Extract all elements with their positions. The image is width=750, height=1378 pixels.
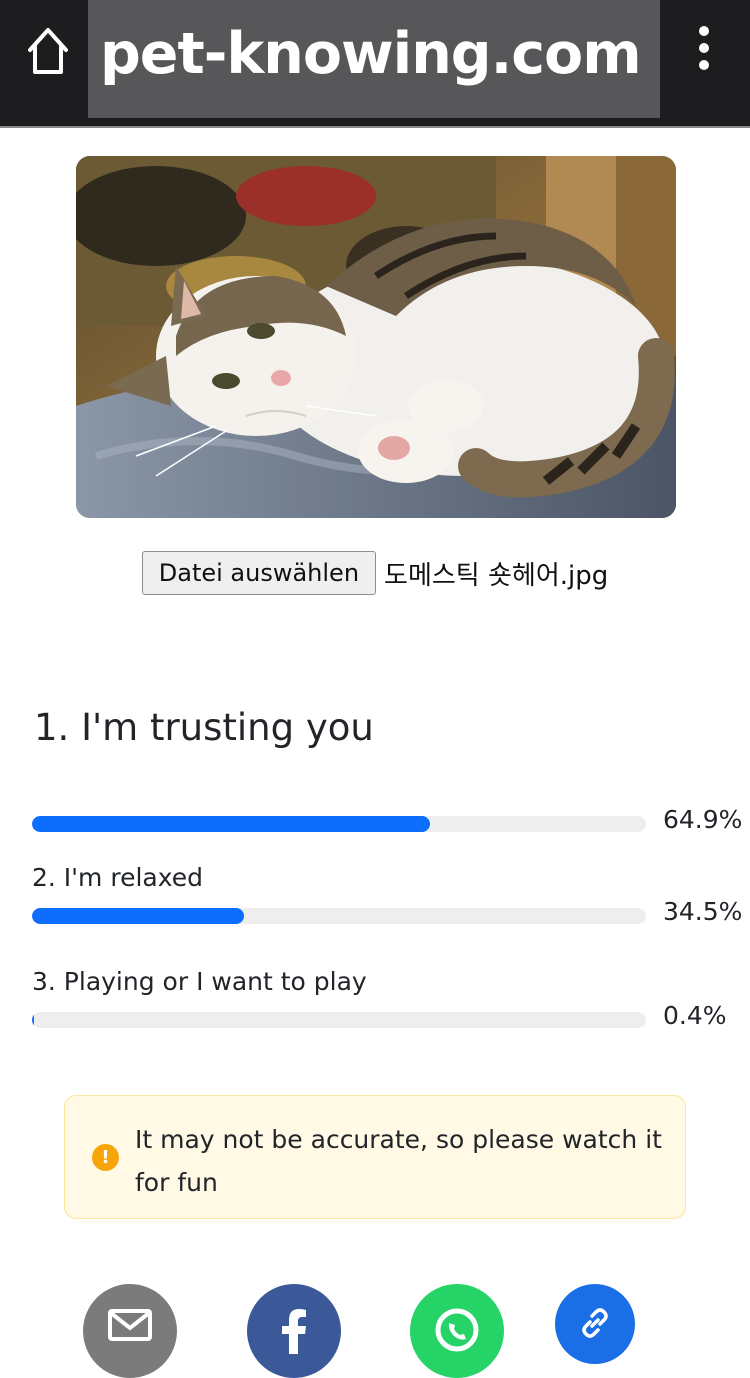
progress-track (32, 908, 646, 924)
home-button[interactable] (22, 22, 74, 82)
percent-label: 34.5% (663, 897, 743, 926)
progress-track (32, 1012, 646, 1028)
home-icon (28, 28, 68, 74)
address-bar[interactable]: pet-knowing.com (88, 0, 660, 118)
accuracy-notice: ! It may not be accurate, so please watc… (64, 1095, 686, 1219)
result-bar-row: 34.5% (32, 897, 742, 937)
result-bar-row: 0.4% (32, 1001, 742, 1041)
exclamation-icon: ! (92, 1144, 119, 1171)
share-email-button[interactable] (83, 1284, 177, 1378)
share-facebook-button[interactable] (247, 1284, 341, 1378)
result-item-1: 64.9% (32, 805, 742, 845)
link-icon (582, 1308, 608, 1338)
uploaded-cat-photo (76, 156, 676, 518)
percent-label: 64.9% (663, 805, 743, 834)
more-vertical-icon (699, 26, 709, 36)
notice-text: It may not be accurate, so please watch … (135, 1125, 662, 1197)
share-copy-link-button[interactable] (555, 1284, 635, 1364)
progress-track (32, 816, 646, 832)
browser-toolbar: pet-knowing.com (0, 0, 750, 128)
browser-menu-button[interactable] (692, 26, 716, 78)
result-bar-row: 64.9% (32, 805, 742, 845)
facebook-icon (282, 1309, 306, 1354)
envelope-icon (108, 1309, 152, 1341)
url-text: pet-knowing.com (100, 21, 642, 87)
progress-fill (32, 816, 431, 832)
file-picker: Datei auswählen 도메스틱 숏헤어.jpg (0, 550, 750, 596)
choose-file-button[interactable]: Datei auswählen (141, 551, 377, 595)
selected-file-name: 도메스틱 숏헤어.jpg (384, 560, 609, 591)
top-result-title: 1. I'm trusting you (34, 706, 374, 749)
progress-fill (32, 1012, 35, 1028)
progress-fill (32, 908, 244, 924)
percent-label: 0.4% (663, 1001, 727, 1030)
result-item-3: 3. Playing or I want to play 0.4% (32, 967, 742, 1041)
whatsapp-icon (435, 1308, 479, 1352)
result-item-2: 2. I'm relaxed 34.5% (32, 863, 742, 937)
share-whatsapp-button[interactable] (410, 1284, 504, 1378)
result-label: 2. I'm relaxed (32, 863, 203, 892)
result-label: 3. Playing or I want to play (32, 967, 367, 996)
